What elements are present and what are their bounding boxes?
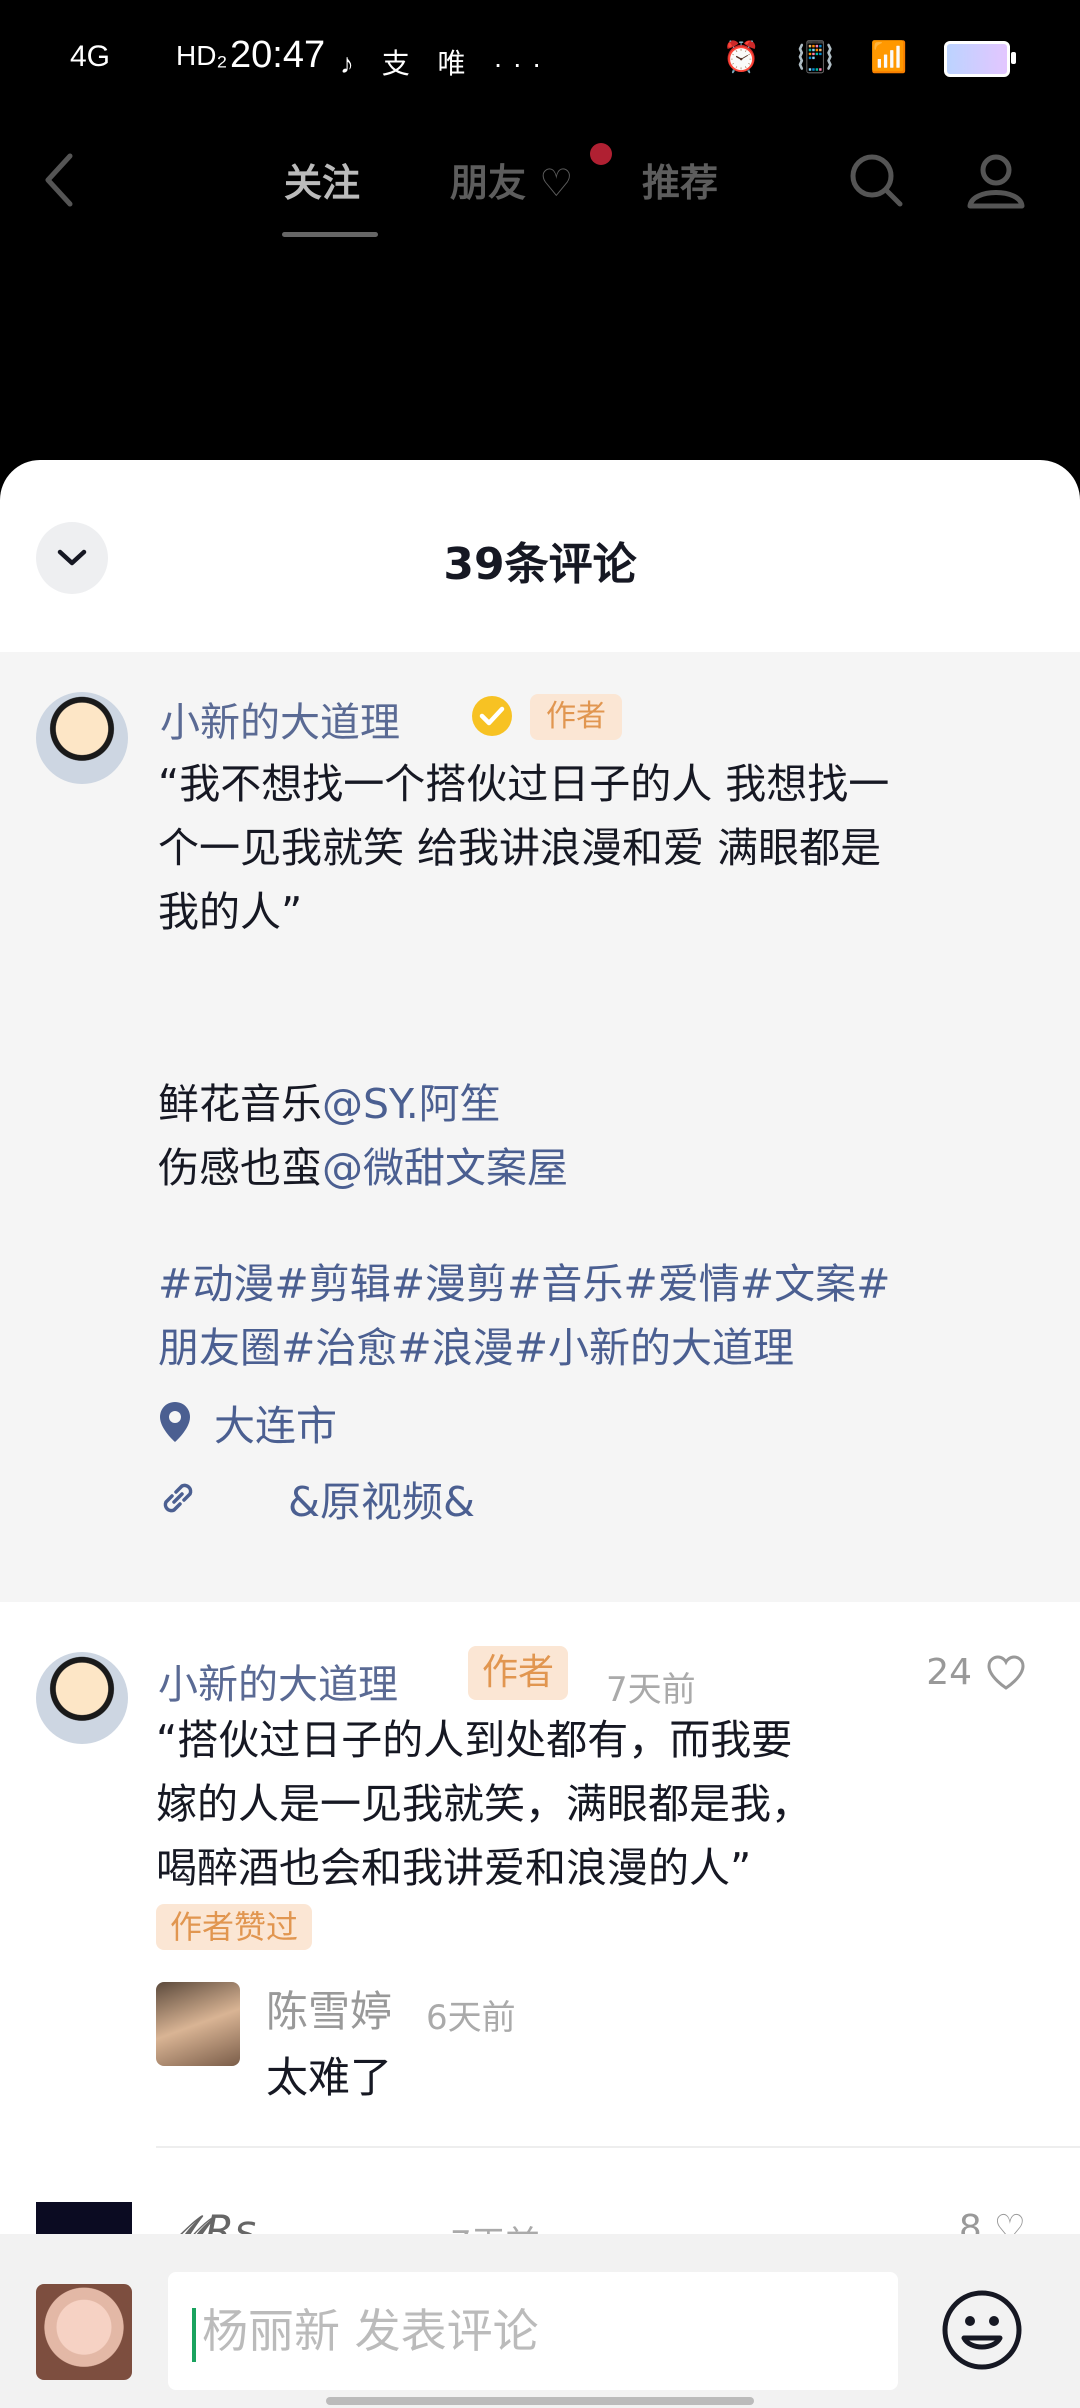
author-badge: 作者 xyxy=(468,1646,569,1700)
reply-text: 太难了 xyxy=(266,2053,393,2102)
system-icons: ⏰ 📳 📶 xyxy=(722,40,1016,78)
post-text-line: 我的人” xyxy=(158,888,303,936)
hashtags[interactable]: #动漫#剪辑#漫剪#音乐#爱情#文案# 朋友圈#治愈#浪漫#小新的大道理 xyxy=(158,1252,1058,1380)
comment-count-title: 39条评论 xyxy=(443,539,637,590)
reply-avatar[interactable] xyxy=(156,1982,240,2066)
heart-icon: ♡ xyxy=(539,161,574,205)
credit-prefix: 伤感也蛮 xyxy=(158,1144,322,1192)
location-pin-icon xyxy=(160,1402,190,1442)
comment-text-line: “搭伙过日子的人到处都有，而我要 xyxy=(156,1716,793,1764)
comment-input-bar xyxy=(0,2234,1080,2408)
author-liked-tag: 作者赞过 xyxy=(156,1904,313,1950)
active-tab-indicator xyxy=(282,232,378,237)
home-indicator[interactable] xyxy=(326,2397,754,2405)
divider xyxy=(156,2146,1080,2148)
emoji-icon[interactable] xyxy=(940,2288,1024,2372)
post-text-line: 个一见我就笑 给我讲浪漫和爱 满眼都是 xyxy=(158,824,882,872)
notification-dot xyxy=(590,143,612,165)
battery-icon xyxy=(944,41,1016,78)
author-avatar[interactable] xyxy=(36,692,128,784)
post-text-line: “我不想找一个搭伙过日子的人 我想找一 xyxy=(158,760,890,808)
text-caret xyxy=(192,2308,196,2362)
sheet-header: 39条评论 xyxy=(0,460,1080,652)
user-icon[interactable] xyxy=(966,150,1026,210)
commenter-avatar[interactable] xyxy=(36,1652,128,1744)
location-row[interactable]: 大连市 xyxy=(158,1392,337,1452)
original-video-link[interactable]: &原视频& xyxy=(158,1468,475,1528)
post-text: “我不想找一个搭伙过日子的人 我想找一 个一见我就笑 给我讲浪漫和爱 满眼都是 … xyxy=(158,752,1048,1200)
signal-icon: 4G xyxy=(70,40,111,73)
comment-time: 7天前 xyxy=(606,1670,696,1710)
mention-link[interactable]: @SY.阿笙 xyxy=(322,1080,501,1128)
comment-text: “搭伙过日子的人到处都有，而我要 嫁的人是一见我就笑，满眼都是我， 喝醉酒也会和… xyxy=(156,1708,956,1900)
comment-text-line: 嫁的人是一见我就笑，满眼都是我， xyxy=(156,1780,812,1828)
comment-input[interactable] xyxy=(168,2272,898,2390)
back-icon[interactable] xyxy=(40,150,76,210)
notification-icons: ♪ 支 唯 ··· xyxy=(340,48,552,79)
like-button[interactable]: 24 xyxy=(926,1652,1026,1693)
reply-author[interactable]: 陈雪婷 xyxy=(266,1978,392,2039)
status-bar: 4G HD₂ 20:47 ♪ 支 唯 ··· ⏰ 📳 📶 xyxy=(0,0,1080,120)
hashtag-line[interactable]: 朋友圈#治愈#浪漫#小新的大道理 xyxy=(158,1316,1058,1380)
commenter-name[interactable]: 小新的大道理 xyxy=(158,1652,398,1710)
tab-following[interactable]: 关注 xyxy=(284,152,360,207)
heart-icon xyxy=(987,1654,1025,1690)
status-time: 20:47 xyxy=(230,34,326,76)
credit-line: 鲜花音乐@SY.阿笙 xyxy=(158,1072,1048,1136)
link-label: &原视频& xyxy=(288,1478,475,1526)
hashtag-line[interactable]: #动漫#剪辑#漫剪#音乐#爱情#文案# xyxy=(158,1252,1058,1316)
tab-recommend[interactable]: 推荐 xyxy=(642,152,718,207)
comment-text-line: 喝醉酒也会和我讲爱和浪漫的人” xyxy=(156,1844,752,1892)
alarm-icon: ⏰ xyxy=(722,41,775,74)
like-count: 24 xyxy=(926,1652,972,1693)
credit-prefix: 鲜花音乐 xyxy=(158,1080,322,1128)
search-icon[interactable] xyxy=(848,152,904,208)
credit-line: 伤感也蛮@微甜文案屋 xyxy=(158,1136,1048,1200)
wifi-icon: 📶 xyxy=(870,41,922,74)
location-label: 大连市 xyxy=(214,1402,337,1450)
vibrate-icon: 📳 xyxy=(796,41,848,74)
mention-link[interactable]: @微甜文案屋 xyxy=(322,1144,568,1192)
author-name[interactable]: 小新的大道理 xyxy=(160,690,400,748)
hd-indicator: HD₂ xyxy=(176,40,228,71)
my-avatar[interactable] xyxy=(36,2284,132,2380)
verified-icon xyxy=(472,696,512,736)
reply-time: 6天前 xyxy=(426,1998,516,2038)
link-icon xyxy=(163,1483,193,1513)
author-badge: 作者 xyxy=(530,694,622,740)
post-description: 小新的大道理 作者 “我不想找一个搭伙过日子的人 我想找一 个一见我就笑 给我讲… xyxy=(0,652,1080,1602)
tab-friends-label: 朋友 xyxy=(450,161,527,205)
tab-friends[interactable]: 朋友 ♡ xyxy=(450,152,573,207)
comments-sheet: 39条评论 小新的大道理 作者 “我不想找一个搭伙过日子的人 我想找一 个一见我… xyxy=(0,460,1080,2408)
